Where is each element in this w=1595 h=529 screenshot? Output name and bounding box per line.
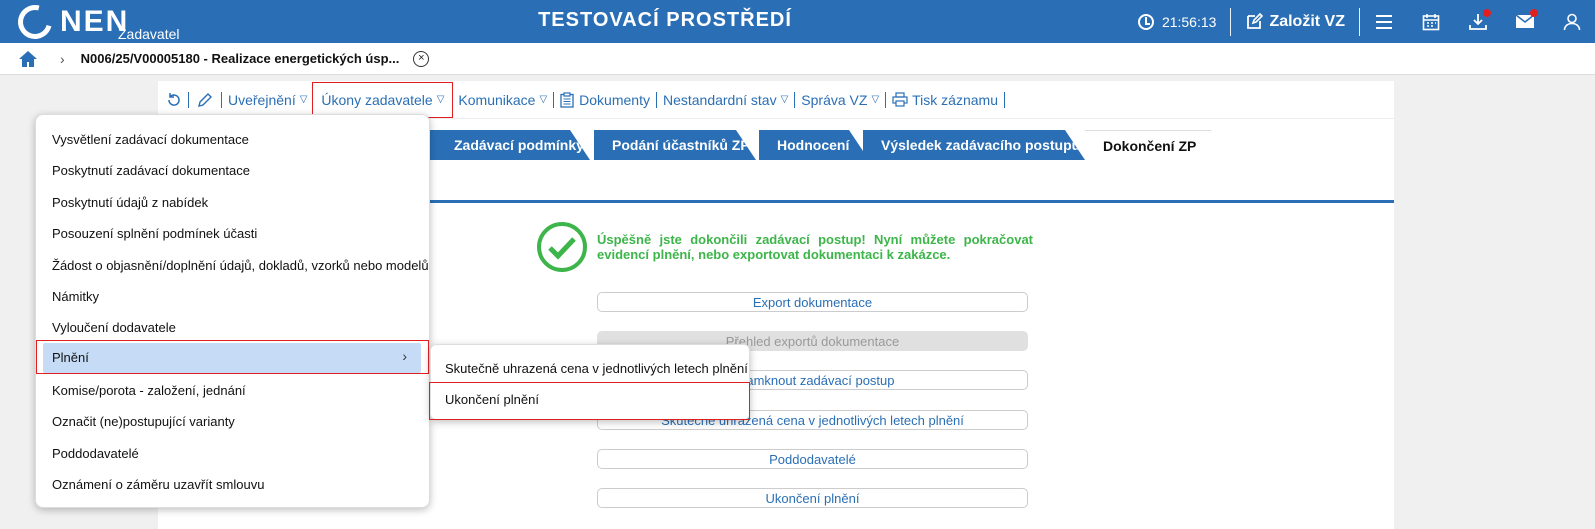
edit-button[interactable]: [189, 88, 221, 112]
tab-label: Podání účastníků ZP: [612, 137, 750, 153]
top-bar-actions: 21:56:13 Založit VZ: [1137, 0, 1595, 43]
toolbar-sprava-vz[interactable]: Správa VZ ▽: [795, 88, 885, 112]
toolbar-label: Správa VZ: [801, 91, 868, 108]
menu-item[interactable]: Označit (ne)postupující varianty: [52, 414, 235, 429]
session-clock: 21:56:13: [1137, 13, 1231, 30]
toolbar-nestandardni-stav[interactable]: Nestandardní stav ▽: [657, 88, 794, 112]
tab-label: Výsledek zadávacího postupu: [881, 137, 1081, 153]
printer-icon: [892, 92, 908, 107]
dropdown-triangle-icon: ▽: [539, 94, 548, 105]
refresh-button[interactable]: [158, 88, 188, 112]
menu-item[interactable]: Posouzení splnění podmínek účasti: [52, 226, 257, 241]
menu-item[interactable]: Námitky: [52, 289, 99, 304]
success-message: Úspěšně jste dokončili zadávací postup! …: [536, 221, 1033, 273]
toolbar-dokumenty[interactable]: Dokumenty: [554, 88, 656, 112]
tab-label: Dokončení ZP: [1103, 137, 1197, 154]
tab-hodnoceni[interactable]: Hodnocení: [759, 130, 869, 160]
tab-label: Zadávací podmínky: [454, 137, 584, 153]
submenu-item[interactable]: Skutečně uhrazená cena v jednotlivých le…: [445, 361, 748, 376]
toolbar-uverejneni[interactable]: Uveřejnění ▽: [222, 88, 313, 112]
menu-icon[interactable]: [1360, 0, 1407, 43]
toolbar-label: Uveřejnění: [228, 91, 296, 108]
session-time: 21:56:13: [1161, 13, 1217, 30]
edit-icon: [1247, 12, 1264, 29]
download-icon[interactable]: [1454, 0, 1501, 43]
tab-dokonceni-zp[interactable]: Dokončení ZP: [1085, 130, 1233, 160]
breadcrumb-current[interactable]: N006/25/V00005180 - Realizace energetick…: [81, 51, 400, 66]
success-text: Úspěšně jste dokončili zadávací postup! …: [597, 232, 1033, 262]
menu-item[interactable]: Žádost o objasnění/doplnění údajů, dokla…: [52, 258, 429, 273]
notification-dot: [1483, 9, 1491, 17]
divider: [1230, 7, 1232, 36]
notification-dot: [1530, 9, 1538, 17]
breadcrumb: › N006/25/V00005180 - Realizace energeti…: [0, 43, 1595, 75]
pencil-icon: [198, 92, 212, 107]
clock-icon: [1137, 13, 1154, 30]
highlight-outline: [429, 382, 750, 420]
ukonceni-plneni-button[interactable]: Ukončení plnění: [597, 488, 1028, 508]
menu-item[interactable]: Vyloučení dodavatele: [52, 320, 176, 335]
menu-item[interactable]: Vysvětlení zadávací dokumentace: [52, 132, 249, 147]
chevron-right-icon: ›: [60, 50, 65, 67]
clipboard-icon: [560, 91, 574, 108]
menu-item[interactable]: Komise/porota - založení, jednání: [52, 383, 246, 398]
home-icon[interactable]: [18, 50, 38, 68]
export-dokumentace-button[interactable]: Export dokumentace: [597, 292, 1028, 312]
user-icon[interactable]: [1548, 0, 1595, 43]
toolbar-ukony-zadavatele[interactable]: Úkony zadavatele ▽: [312, 81, 454, 118]
toolbar-tisk-zaznamu[interactable]: Tisk záznamu: [886, 88, 1004, 112]
create-vz-button[interactable]: Založit VZ: [1231, 12, 1359, 31]
plneni-submenu: Skutečně uhrazená cena v jednotlivých le…: [429, 344, 750, 420]
close-icon[interactable]: ×: [413, 50, 430, 67]
calendar-icon[interactable]: [1407, 0, 1454, 43]
tab-podani-ucastniku[interactable]: Podání účastníků ZP: [594, 130, 756, 160]
toolbar-label: Úkony zadavatele: [321, 91, 433, 108]
poddodavatele-button[interactable]: Poddodavatelé: [597, 449, 1028, 469]
refresh-icon: [168, 92, 180, 106]
highlight-outline: [36, 340, 429, 374]
mail-icon[interactable]: [1501, 0, 1548, 43]
menu-item[interactable]: Poddodavatelé: [52, 446, 139, 461]
toolbar-label: Dokumenty: [579, 91, 650, 108]
check-circle-icon: [537, 222, 587, 272]
dropdown-triangle-icon: ▽: [780, 94, 789, 105]
tab-vysledek[interactable]: Výsledek zadávacího postupu: [863, 130, 1085, 160]
dropdown-triangle-icon: ▽: [299, 94, 308, 105]
menu-item[interactable]: Poskytnutí zadávací dokumentace: [52, 163, 250, 178]
toolbar-label: Komunikace: [458, 91, 536, 108]
environment-title: TESTOVACÍ PROSTŘEDÍ: [538, 9, 792, 31]
tab-zadavaci-podminky[interactable]: Zadávací podmínky: [436, 130, 590, 160]
tab-label: Hodnocení: [777, 137, 850, 153]
toolbar-divider: [1003, 91, 1005, 108]
ukony-zadavatele-menu: Vysvětlení zadávací dokumentace Poskytnu…: [35, 114, 430, 508]
menu-item[interactable]: Poskytnutí údajů z nabídek: [52, 195, 208, 210]
toolbar-komunikace[interactable]: Komunikace ▽: [452, 88, 553, 112]
top-bar: NEN Zadavatel TESTOVACÍ PROSTŘEDÍ 21:56:…: [0, 0, 1595, 46]
toolbar-label: Nestandardní stav: [662, 91, 777, 108]
menu-item[interactable]: Oznámení o záměru uzavřít smlouvu: [52, 477, 264, 492]
toolbar-label: Tisk záznamu: [912, 91, 998, 108]
dropdown-triangle-icon: ▽: [871, 94, 880, 105]
create-vz-label: Založit VZ: [1269, 12, 1345, 30]
dropdown-triangle-icon: ▽: [436, 94, 445, 105]
